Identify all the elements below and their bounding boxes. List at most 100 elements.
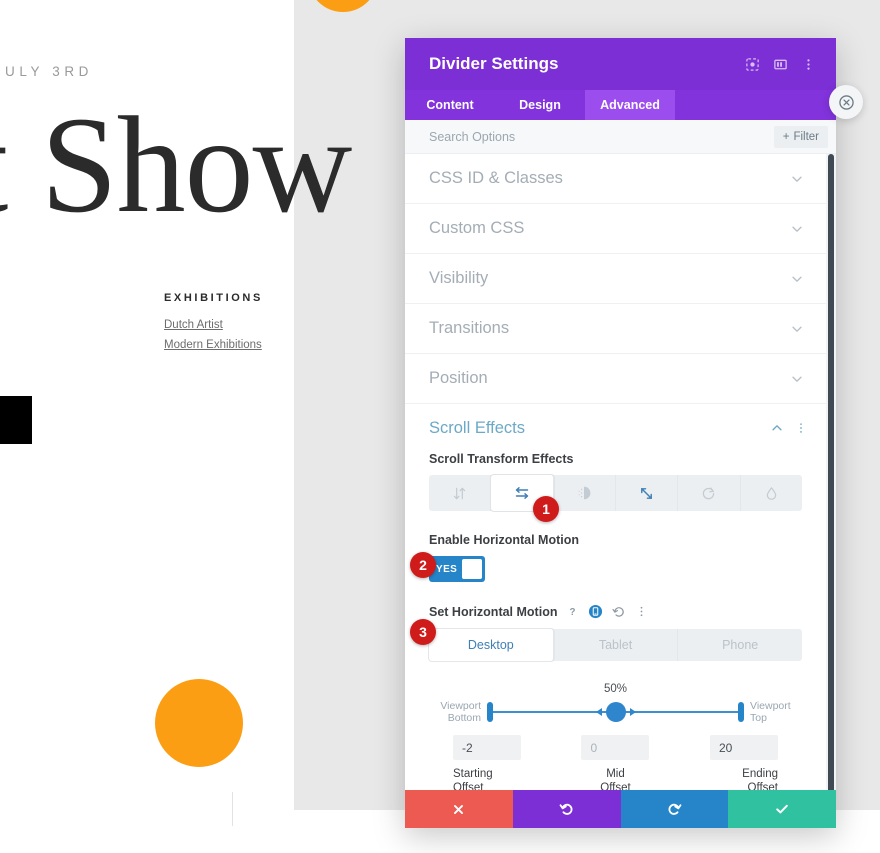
enable-horizontal-motion-row: YES bbox=[405, 556, 826, 582]
section-visibility[interactable]: Visibility bbox=[405, 254, 826, 304]
close-builder-button[interactable] bbox=[829, 85, 863, 119]
settings-list: CSS ID & Classes Custom CSS Visibility T… bbox=[405, 154, 826, 790]
viewport-bottom-line2: Bottom bbox=[447, 712, 481, 724]
rotating-icon[interactable] bbox=[678, 475, 741, 511]
filter-label: Filter bbox=[793, 130, 819, 143]
plus-icon: + bbox=[782, 130, 790, 143]
modal-scrollbar-thumb[interactable] bbox=[828, 154, 834, 790]
scroll-transform-effects-label: Scroll Transform Effects bbox=[429, 452, 574, 466]
close-icon bbox=[838, 94, 854, 110]
viewport-bottom-line1: Viewport bbox=[440, 699, 481, 712]
decorative-black-square bbox=[0, 396, 32, 444]
device-tab-tablet[interactable]: Tablet bbox=[554, 629, 679, 661]
more-vertical-icon[interactable] bbox=[794, 421, 808, 435]
set-horizontal-motion-label: Set Horizontal Motion bbox=[429, 604, 558, 619]
layout-panel-icon[interactable] bbox=[766, 50, 794, 78]
starting-offset-cell: Starting Offset bbox=[453, 735, 561, 790]
search-input[interactable] bbox=[429, 129, 774, 144]
modal-title: Divider Settings bbox=[429, 54, 559, 73]
blur-icon[interactable] bbox=[741, 475, 802, 511]
chevron-down-icon bbox=[792, 226, 802, 232]
scroll-transform-effects-group bbox=[429, 475, 802, 511]
responsive-icon[interactable] bbox=[588, 604, 603, 619]
section-label: Transitions bbox=[429, 319, 510, 337]
callout-badge-2: 2 bbox=[410, 552, 436, 578]
close-icon bbox=[454, 804, 464, 814]
modal-footer bbox=[405, 790, 836, 828]
help-icon[interactable]: ? bbox=[566, 605, 579, 618]
exhibition-link[interactable]: Dutch Artist bbox=[164, 319, 223, 331]
slider-arrow-left-icon bbox=[595, 708, 602, 716]
more-vertical-icon[interactable] bbox=[635, 605, 648, 618]
section-position[interactable]: Position bbox=[405, 354, 826, 404]
viewport-top-line1: Viewport bbox=[750, 699, 791, 712]
enable-horizontal-motion-toggle[interactable]: YES bbox=[429, 556, 485, 582]
device-tab-phone[interactable]: Phone bbox=[678, 629, 802, 661]
starting-offset-label: Starting Offset bbox=[453, 767, 493, 790]
more-vertical-icon[interactable] bbox=[794, 50, 822, 78]
enable-horizontal-motion-label: Enable Horizontal Motion bbox=[429, 533, 579, 547]
ending-offset-line1: Ending bbox=[742, 768, 778, 780]
slider-row: Viewport Bottom Viewport Top bbox=[429, 699, 802, 725]
cancel-button[interactable] bbox=[405, 790, 513, 828]
target-icon[interactable] bbox=[738, 50, 766, 78]
section-css-id-classes[interactable]: CSS ID & Classes bbox=[405, 154, 826, 204]
section-label: Position bbox=[429, 369, 488, 387]
undo-icon bbox=[559, 803, 573, 815]
section-label: Custom CSS bbox=[429, 219, 525, 237]
chevron-up-icon bbox=[772, 425, 782, 431]
slider-start-marker[interactable] bbox=[487, 702, 493, 722]
save-button[interactable] bbox=[728, 790, 836, 828]
viewport-top-line2: Top bbox=[750, 712, 767, 724]
section-label: CSS ID & Classes bbox=[429, 169, 563, 187]
starting-offset-input[interactable] bbox=[453, 735, 521, 760]
toggle-value-label: YES bbox=[436, 563, 458, 575]
chevron-down-icon bbox=[792, 376, 802, 382]
section-label: Scroll Effects bbox=[429, 418, 525, 437]
redo-button[interactable] bbox=[620, 790, 729, 828]
section-custom-css[interactable]: Custom CSS bbox=[405, 204, 826, 254]
decorative-circle-bottom bbox=[155, 679, 243, 767]
slider-end-marker[interactable] bbox=[738, 702, 744, 722]
viewport-top-label: Viewport Top bbox=[750, 700, 802, 724]
slider-track[interactable] bbox=[487, 699, 744, 725]
tab-design[interactable]: Design bbox=[495, 90, 585, 120]
modal-scrollbar[interactable] bbox=[826, 154, 836, 790]
starting-offset-line2: Offset bbox=[453, 782, 484, 790]
callout-badge-3: 3 bbox=[410, 619, 436, 645]
check-icon bbox=[776, 804, 788, 814]
divider-settings-modal: Divider Settings Content Design Advanced… bbox=[405, 38, 836, 828]
exhibition-link[interactable]: Modern Exhibitions bbox=[164, 339, 262, 351]
modal-body: CSS ID & Classes Custom CSS Visibility T… bbox=[405, 154, 836, 790]
device-tab-group: Desktop Tablet Phone bbox=[429, 629, 802, 661]
reset-icon[interactable] bbox=[612, 605, 626, 619]
device-tab-desktop[interactable]: Desktop bbox=[429, 629, 554, 661]
section-label: Visibility bbox=[429, 269, 489, 287]
set-horizontal-motion-row: Set Horizontal Motion ? bbox=[405, 604, 826, 619]
tab-advanced[interactable]: Advanced bbox=[585, 90, 675, 120]
search-row: + Filter bbox=[405, 120, 836, 154]
slider-arrow-right-icon bbox=[629, 708, 636, 716]
decorative-divider-line bbox=[232, 792, 233, 826]
modal-tab-bar: Content Design Advanced bbox=[405, 90, 836, 120]
ending-offset-line2: Offset bbox=[747, 782, 778, 790]
filter-button[interactable]: + Filter bbox=[773, 125, 828, 148]
mid-offset-line1: Mid bbox=[606, 768, 625, 780]
slider-handle[interactable] bbox=[595, 702, 636, 722]
vertical-motion-icon[interactable] bbox=[429, 475, 492, 511]
starting-offset-line1: Starting bbox=[453, 768, 493, 780]
mid-offset-input[interactable] bbox=[581, 735, 650, 760]
scaling-up-down-icon[interactable] bbox=[616, 475, 679, 511]
undo-button[interactable] bbox=[512, 790, 621, 828]
callout-badge-1: 1 bbox=[533, 496, 559, 522]
modal-header: Divider Settings bbox=[405, 38, 836, 90]
tab-content[interactable]: Content bbox=[405, 90, 495, 120]
mid-offset-cell: Mid Offset bbox=[561, 735, 669, 790]
redo-icon bbox=[668, 803, 682, 815]
section-transitions[interactable]: Transitions bbox=[405, 304, 826, 354]
svg-text:?: ? bbox=[570, 607, 576, 618]
section-scroll-effects[interactable]: Scroll Effects bbox=[405, 404, 826, 452]
chevron-down-icon bbox=[792, 176, 802, 182]
ending-offset-input[interactable] bbox=[709, 735, 778, 760]
fading-in-out-icon[interactable] bbox=[554, 475, 616, 511]
